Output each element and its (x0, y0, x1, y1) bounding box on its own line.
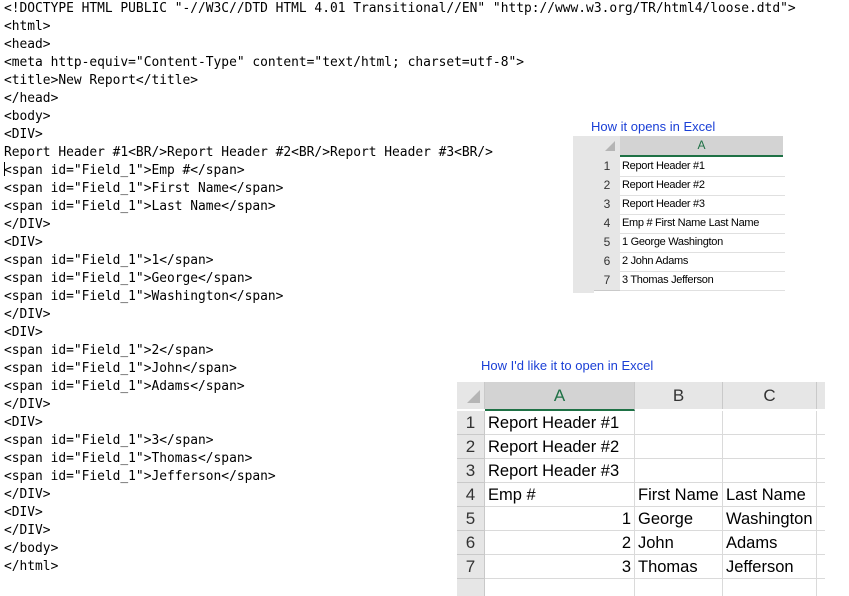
row-header[interactable]: 3 (457, 459, 485, 483)
cell-b[interactable]: First Name (635, 483, 723, 507)
row-header[interactable]: 5 (594, 233, 620, 253)
row-header-partial[interactable] (457, 579, 485, 596)
code-line: <title>New Report</title> (4, 73, 199, 88)
caption-desired-excel: How I'd like it to open in Excel (481, 358, 654, 373)
cell-a[interactable] (485, 579, 635, 596)
cell-d[interactable] (817, 555, 825, 579)
cell-a[interactable]: Emp # First Name Last Name (620, 214, 785, 234)
cell-b[interactable] (635, 579, 723, 596)
row-header[interactable]: 4 (457, 483, 485, 507)
cell-b[interactable] (635, 411, 723, 435)
code-line: <span id="Field_1">2</span> (4, 343, 214, 358)
row-header[interactable]: 7 (594, 271, 620, 291)
row-header[interactable]: 1 (457, 411, 485, 435)
cell-d[interactable] (817, 579, 825, 596)
row-header[interactable]: 2 (457, 435, 485, 459)
column-header-b[interactable]: B (635, 382, 723, 409)
cell-c[interactable] (723, 411, 817, 435)
column-header-a[interactable]: A (620, 136, 783, 157)
cell-a[interactable]: Report Header #2 (485, 435, 635, 459)
cell-b[interactable]: George (635, 507, 723, 531)
cell-c[interactable]: Last Name (723, 483, 817, 507)
cell-a[interactable]: 1 (485, 507, 635, 531)
cell-a[interactable]: 3 Thomas Jefferson (620, 271, 785, 291)
cell-b[interactable] (635, 459, 723, 483)
cell-c[interactable]: Jefferson (723, 555, 817, 579)
row-header[interactable]: 1 (594, 157, 620, 177)
code-line: </head> (4, 91, 59, 106)
row-header[interactable]: 2 (594, 176, 620, 196)
cell-a[interactable]: Emp # (485, 483, 635, 507)
code-line: <head> (4, 37, 51, 52)
code-line: </DIV> (4, 307, 51, 322)
row-header[interactable]: 6 (457, 531, 485, 555)
column-header-a[interactable]: A (485, 382, 635, 411)
cell-a[interactable]: 2 (485, 531, 635, 555)
row-header[interactable]: 5 (457, 507, 485, 531)
select-all-triangle-icon (467, 390, 480, 403)
cell-a[interactable]: 2 John Adams (620, 252, 785, 272)
row-header[interactable]: 4 (594, 214, 620, 234)
cell-d[interactable] (817, 507, 825, 531)
column-header-next[interactable] (817, 382, 825, 409)
column-header-c[interactable]: C (723, 382, 817, 409)
row-header[interactable]: 6 (594, 252, 620, 272)
cell-c[interactable]: Washington (723, 507, 817, 531)
select-all-triangle-icon (605, 141, 615, 151)
cell-c[interactable]: Adams (723, 531, 817, 555)
cell-a[interactable]: 3 (485, 555, 635, 579)
cell-c[interactable] (723, 459, 817, 483)
cell-a[interactable]: Report Header #3 (620, 195, 785, 215)
code-line: <span id="Field_1">John</span> (4, 361, 237, 376)
code-line: <meta http-equiv="Content-Type" content=… (4, 55, 524, 70)
cell-d[interactable] (817, 483, 825, 507)
code-line: <html> (4, 19, 51, 34)
cell-b[interactable]: Thomas (635, 555, 723, 579)
row-header[interactable]: 3 (594, 195, 620, 215)
select-all-corner[interactable] (457, 382, 485, 409)
cell-a[interactable]: 1 George Washington (620, 233, 785, 253)
caption-current-excel: How it opens in Excel (591, 119, 716, 134)
cell-a[interactable]: Report Header #3 (485, 459, 635, 483)
cell-b[interactable]: John (635, 531, 723, 555)
cell-a[interactable]: Report Header #1 (485, 411, 635, 435)
cell-a[interactable]: Report Header #2 (620, 176, 785, 196)
cell-c[interactable] (723, 579, 817, 596)
code-line: <!DOCTYPE HTML PUBLIC "-//W3C//DTD HTML … (4, 1, 796, 16)
cell-d[interactable] (817, 435, 825, 459)
excel-grid-current: A 1 Report Header #1 2 Report Header #2 … (573, 136, 785, 293)
cell-d[interactable] (817, 531, 825, 555)
excel-grid-desired: A B C 1 Report Header #1 2 Report Header… (457, 382, 825, 596)
code-line: <DIV> (4, 325, 43, 340)
cell-d[interactable] (817, 459, 825, 483)
cell-c[interactable] (723, 435, 817, 459)
row-header-gutter (573, 157, 594, 293)
cell-a[interactable]: Report Header #1 (620, 157, 785, 177)
row-header[interactable]: 7 (457, 555, 485, 579)
select-all-corner[interactable] (573, 136, 620, 157)
cell-d[interactable] (817, 411, 825, 435)
code-line-text: <span id="Field_1">Emp #</span> (4, 163, 245, 178)
cell-b[interactable] (635, 435, 723, 459)
